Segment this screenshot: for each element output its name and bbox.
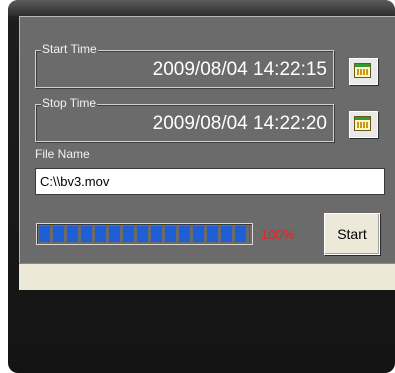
start-time-label: Start Time [41, 42, 98, 56]
start-button[interactable]: Start [324, 213, 380, 255]
start-time-calendar-button[interactable] [349, 58, 378, 85]
start-time-value: 2009/08/04 14:22:15 [152, 59, 327, 80]
file-name-input[interactable] [35, 168, 385, 195]
stop-time-group: Stop Time 2009/08/04 14:22:20 [35, 97, 334, 142]
stop-time-calendar-button[interactable] [349, 111, 378, 138]
recorder-window: Start Time 2009/08/04 14:22:15 Stop Time… [8, 0, 395, 373]
start-time-group: Start Time 2009/08/04 14:22:15 [35, 43, 334, 88]
calendar-icon [354, 116, 371, 131]
status-bar [19, 263, 395, 290]
window-title-bar[interactable] [8, 0, 395, 16]
calendar-icon [354, 63, 371, 78]
main-panel: Start Time 2009/08/04 14:22:15 Stop Time… [19, 16, 395, 263]
stop-time-label: Stop Time [41, 96, 98, 110]
file-name-label: File Name [35, 147, 90, 161]
progress-fill [39, 226, 250, 242]
progress-percent: 100% [261, 227, 295, 242]
stop-time-value: 2009/08/04 14:22:20 [152, 113, 327, 134]
progress-bar [36, 223, 253, 245]
